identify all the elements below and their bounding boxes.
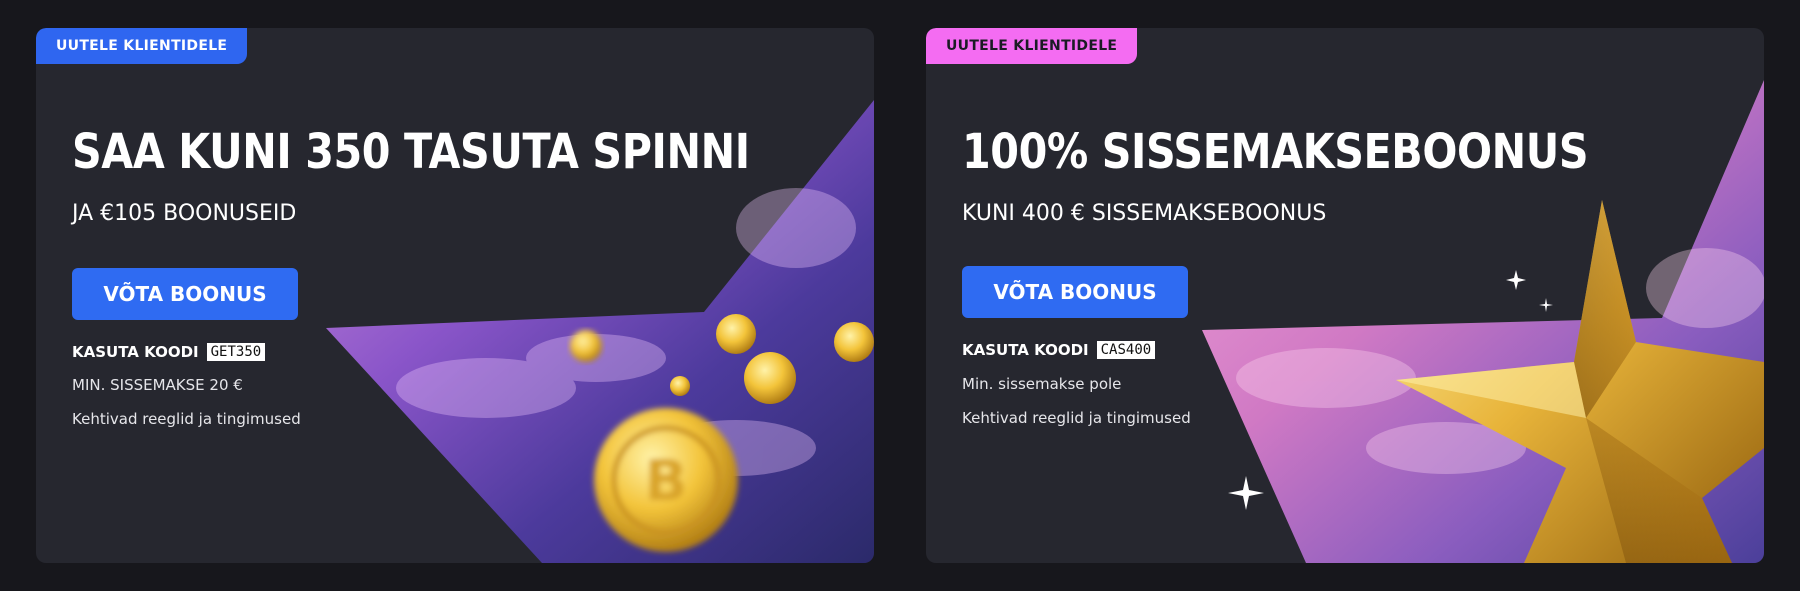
promo-code[interactable]: CAS400: [1096, 341, 1156, 359]
svg-text:B: B: [645, 449, 688, 514]
offer-title: SAA KUNI 350 TASUTA SPINNI: [72, 124, 750, 180]
offer-title: 100% SISSEMAKSEBOONUS: [962, 124, 1589, 180]
promo-code[interactable]: GET350: [206, 343, 266, 361]
new-customers-badge: UUTELE KLIENTIDELE: [36, 28, 248, 64]
offer-subtitle: KUNI 400 € SISSEMAKSEBOONUS: [962, 201, 1327, 226]
claim-bonus-button[interactable]: VÕTA BOONUS: [962, 266, 1188, 318]
terms-link[interactable]: Kehtivad reeglid ja tingimused: [72, 410, 301, 428]
offer-card-deposit-bonus: UUTELE KLIENTIDELE 100% SISSEMAKSEBOONUS…: [926, 28, 1764, 563]
promo-code-label: KASUTA KOODI: [72, 343, 199, 361]
gold-coin-icon: B: [594, 408, 738, 552]
promo-code-line: KASUTA KOODI GET350: [72, 343, 266, 361]
min-deposit-text: MIN. SISSEMAKSE 20 €: [72, 376, 243, 394]
promo-code-label: KASUTA KOODI: [962, 341, 1089, 359]
offer-card-free-spins: B UUTELE KLIENTIDELE SAA KUNI 350 TASUTA…: [36, 28, 874, 563]
promo-code-line: KASUTA KOODI CAS400: [962, 341, 1156, 359]
min-deposit-text: Min. sissemakse pole: [962, 375, 1122, 393]
offer-subtitle: JA €105 BOONUSEID: [72, 201, 297, 226]
claim-bonus-button[interactable]: VÕTA BOONUS: [72, 268, 298, 320]
terms-link[interactable]: Kehtivad reeglid ja tingimused: [962, 409, 1191, 427]
new-customers-badge: UUTELE KLIENTIDELE: [926, 28, 1138, 64]
